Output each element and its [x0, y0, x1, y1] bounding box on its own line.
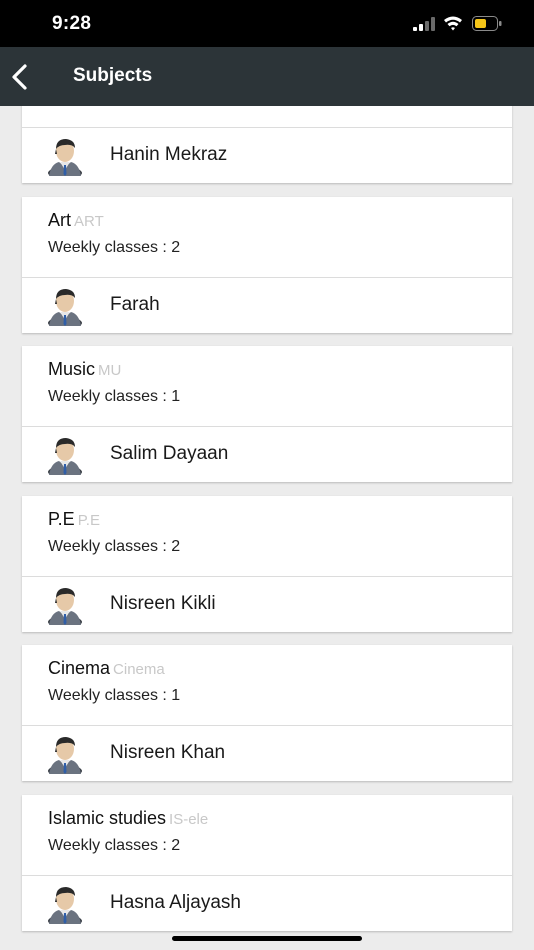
subject-card-header[interactable]: P.E P.E Weekly classes : 2 — [22, 496, 512, 577]
teacher-row[interactable]: Hasna Aljayash — [22, 876, 512, 931]
subject-title: Art ART — [48, 210, 104, 231]
subject-code: Cinema — [113, 661, 165, 678]
subject-title: Cinema Cinema — [48, 658, 165, 679]
subject-name: Cinema — [48, 658, 111, 678]
weekly-classes: Weekly classes : 2 — [48, 837, 181, 854]
subject-name: Music — [48, 359, 96, 379]
subject-card: Art ART Weekly classes : 2 Farah — [22, 197, 512, 333]
user-avatar-icon — [48, 438, 82, 475]
page-title: Subjects — [73, 65, 153, 86]
subject-code: P.E — [77, 512, 100, 529]
subject-code: MU — [98, 362, 122, 379]
user-avatar-icon — [48, 737, 82, 774]
subject-card: Hanin Mekraz — [22, 106, 512, 183]
wifi-icon — [444, 16, 462, 31]
subject-card-header[interactable]: Islamic studies IS-ele Weekly classes : 2 — [22, 795, 512, 876]
status-bar: 9:28 — [0, 0, 534, 47]
subject-code: ART — [74, 213, 104, 230]
chevron-left-icon[interactable] — [8, 61, 32, 93]
teacher-name: Salim Dayaan — [110, 443, 229, 464]
teacher-name: Nisreen Kikli — [110, 593, 216, 614]
teacher-row[interactable]: Nisreen Khan — [22, 726, 512, 781]
subject-name: Islamic studies — [48, 808, 167, 828]
battery-icon — [472, 16, 502, 31]
user-avatar-icon — [48, 588, 82, 625]
status-time: 9:28 — [52, 13, 92, 34]
weekly-classes: Weekly classes : 2 — [48, 538, 181, 555]
teacher-name: Farah — [110, 294, 160, 315]
home-indicator — [172, 936, 362, 941]
subject-code: IS-ele — [169, 811, 209, 828]
subject-card: Islamic studies IS-ele Weekly classes : 2… — [22, 795, 512, 931]
subjects-list[interactable]: Hanin Mekraz Art ART Weekly classes : 2 F… — [0, 106, 534, 950]
subject-card: Cinema Cinema Weekly classes : 1 Nisreen … — [22, 645, 512, 781]
subject-card-header[interactable]: Cinema Cinema Weekly classes : 1 — [22, 645, 512, 726]
weekly-classes: Weekly classes : 1 — [48, 687, 181, 704]
subject-title: Music MU — [48, 359, 121, 380]
subject-card-header[interactable]: Music MU Weekly classes : 1 — [22, 346, 512, 427]
subject-card-header — [22, 106, 512, 128]
cellular-signal-icon — [413, 17, 435, 31]
teacher-row[interactable]: Hanin Mekraz — [22, 128, 512, 183]
teacher-row[interactable]: Farah — [22, 278, 512, 333]
weekly-classes: Weekly classes : 1 — [48, 388, 181, 405]
subject-title: Islamic studies IS-ele — [48, 808, 208, 829]
subject-name: Art — [48, 210, 72, 230]
user-avatar-icon — [48, 289, 82, 326]
subject-card: P.E P.E Weekly classes : 2 Nisreen Kikli — [22, 496, 512, 632]
teacher-row[interactable]: Nisreen Kikli — [22, 577, 512, 632]
user-avatar-icon — [48, 887, 82, 924]
teacher-name: Hanin Mekraz — [110, 144, 228, 165]
user-avatar-icon — [48, 139, 82, 176]
nav-bar: Subjects — [0, 47, 534, 106]
teacher-row[interactable]: Salim Dayaan — [22, 427, 512, 482]
weekly-classes: Weekly classes : 2 — [48, 239, 181, 256]
subject-title: P.E P.E — [48, 509, 100, 530]
teacher-name: Hasna Aljayash — [110, 892, 241, 913]
subject-name: P.E — [48, 509, 75, 529]
subject-card-header[interactable]: Art ART Weekly classes : 2 — [22, 197, 512, 278]
teacher-name: Nisreen Khan — [110, 742, 226, 763]
subject-card: Music MU Weekly classes : 1 Salim Dayaan — [22, 346, 512, 482]
